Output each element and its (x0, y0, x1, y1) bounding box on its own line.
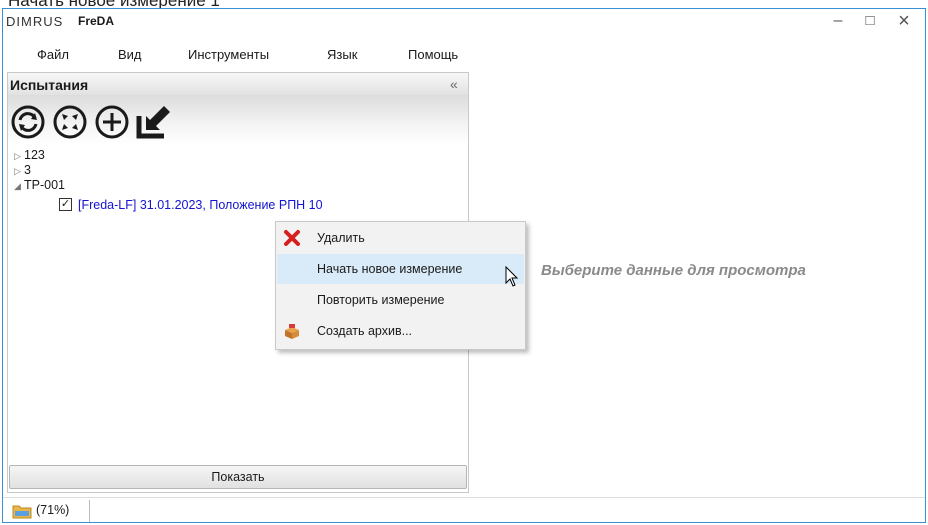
minimize-button[interactable]: – (826, 10, 850, 32)
import-icon[interactable] (134, 104, 170, 140)
archive-icon (285, 324, 299, 339)
context-item-label: Повторить измерение (317, 293, 445, 307)
context-item-label: Создать архив... (317, 324, 413, 338)
tree-item[interactable]: ▷ 3 (14, 163, 65, 178)
folder-icon (12, 505, 32, 519)
measurement-item[interactable]: [Freda-LF] 31.01.2023, Положение РПН 10 (78, 198, 323, 212)
delete-icon (284, 230, 300, 246)
show-button[interactable]: Показать (9, 465, 467, 489)
menu-language[interactable]: Язык (327, 47, 357, 62)
expand-all-icon[interactable] (52, 104, 88, 140)
tree-item-label: 123 (24, 148, 45, 162)
close-button[interactable]: × (892, 10, 916, 32)
menu-bar: Файл Вид Инструменты Язык Помощь (3, 41, 469, 71)
empty-view-placeholder: Выберите данные для просмотра (541, 262, 806, 279)
tree-item-label: 3 (24, 163, 31, 177)
status-bar (3, 497, 925, 524)
context-item-create-archive[interactable]: Создать архив... (277, 316, 524, 346)
progress-text: (71%) (36, 503, 70, 517)
refresh-icon[interactable] (10, 104, 46, 140)
context-menu: Удалить Начать новое измерение Повторить… (275, 221, 526, 350)
app-logo: DIMRUS (6, 14, 64, 29)
mouse-cursor-icon (505, 266, 519, 287)
tree-item-label: TP-001 (24, 178, 65, 192)
app-title: FreDA (78, 14, 115, 28)
status-separator (89, 500, 90, 522)
collapse-arrow-icon[interactable]: ◢ (14, 179, 24, 193)
context-item-new-measurement[interactable]: Начать новое измерение (277, 254, 524, 284)
tree-item[interactable]: ◢ TP-001 (14, 178, 65, 193)
menu-file[interactable]: Файл (37, 47, 69, 62)
measurement-checkbox[interactable]: ✓ (59, 198, 72, 211)
menu-tools[interactable]: Инструменты (188, 47, 269, 62)
tests-tree: ▷ 123 ▷ 3 ◢ TP-001 (14, 148, 65, 193)
expand-arrow-icon[interactable]: ▷ (14, 149, 24, 163)
panel-title: Испытания (10, 77, 89, 93)
maximize-button[interactable]: □ (858, 10, 882, 32)
add-icon[interactable] (94, 104, 130, 140)
expand-arrow-icon[interactable]: ▷ (14, 164, 24, 178)
tree-item[interactable]: ▷ 123 (14, 148, 65, 163)
menu-help[interactable]: Помощь (408, 47, 458, 62)
collapse-panel-button[interactable]: « (450, 76, 458, 92)
menu-view[interactable]: Вид (118, 47, 142, 62)
context-item-delete[interactable]: Удалить (277, 223, 524, 253)
context-item-label: Удалить (317, 231, 365, 245)
context-item-label: Начать новое измерение (317, 262, 463, 276)
context-item-repeat-measurement[interactable]: Повторить измерение (277, 285, 524, 315)
